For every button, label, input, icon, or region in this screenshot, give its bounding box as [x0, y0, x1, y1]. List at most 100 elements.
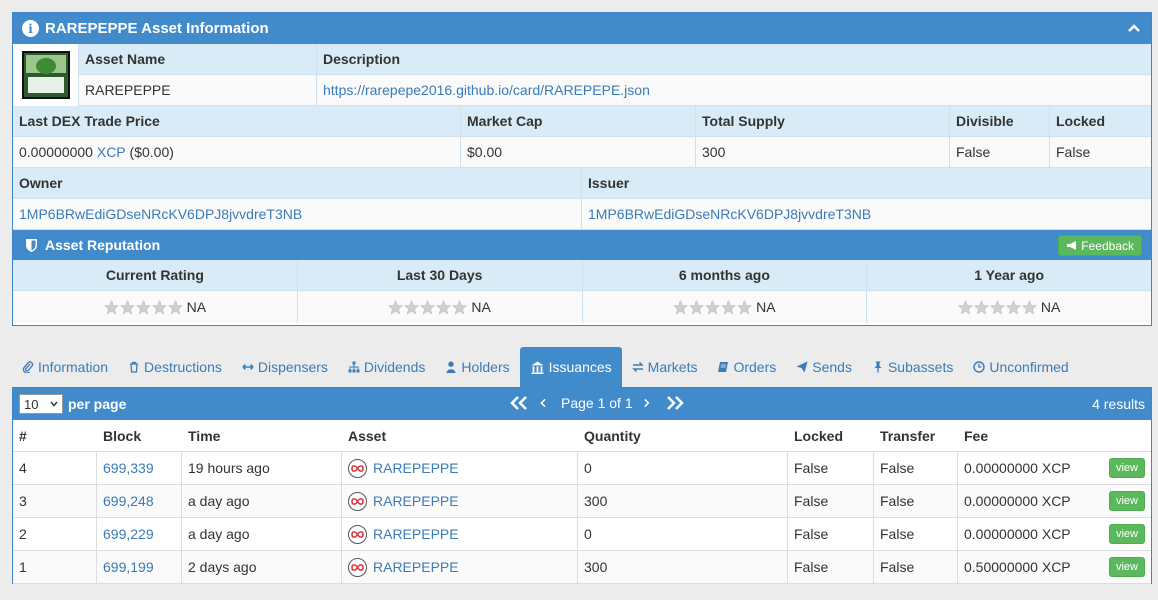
star-icon: [973, 299, 989, 315]
market-cap-value: $0.00: [461, 137, 696, 167]
asset-icon: [348, 491, 367, 511]
last-page-icon[interactable]: [665, 395, 685, 411]
description-link[interactable]: https://rarepepe2016.github.io/card/RARE…: [323, 82, 650, 98]
tab-subassets[interactable]: Subassets: [862, 347, 963, 387]
reputation-title: Asset Reputation: [45, 237, 161, 253]
block-link[interactable]: 699,339: [103, 460, 154, 476]
tab-issuances[interactable]: Issuances: [519, 347, 622, 387]
table-cell: 0: [578, 518, 788, 550]
asset-link[interactable]: RAREPEPPE: [373, 559, 459, 575]
tab-orders[interactable]: Orders: [707, 347, 786, 387]
asset-icon: [348, 557, 367, 577]
view-button[interactable]: view: [1108, 491, 1145, 511]
asset-tabs: Information Destructions Dispensers Divi…: [12, 347, 1079, 387]
feedback-button[interactable]: Feedback: [1058, 235, 1142, 256]
tab-destructions[interactable]: Destructions: [118, 347, 232, 387]
row-quantity: 300: [584, 493, 608, 509]
description-header: Description: [323, 51, 401, 67]
table-cell: 699,229: [97, 518, 182, 550]
column-header-num[interactable]: #: [13, 428, 97, 444]
rating-6months: NA: [583, 291, 868, 323]
issuer-header: Issuer: [588, 175, 630, 191]
tab-label: Issuances: [548, 359, 612, 375]
rating-current: NA: [13, 291, 298, 323]
xcp-link[interactable]: XCP: [97, 144, 126, 160]
tab-label: Information: [38, 359, 109, 375]
star-icon: [167, 299, 183, 315]
sitemap-icon: [348, 361, 360, 373]
block-link[interactable]: 699,248: [103, 493, 154, 509]
last-dex-usd: ($0.00): [129, 144, 174, 160]
view-button[interactable]: view: [1108, 557, 1145, 577]
tab-dispensers[interactable]: Dispensers: [232, 347, 338, 387]
tab-label: Holders: [461, 359, 510, 375]
table-cell: 699,248: [97, 485, 182, 517]
info-circle-icon: i: [22, 20, 39, 37]
issuances-panel: 10 per page Page 1 of 1 4 results # Bloc…: [12, 387, 1152, 584]
pagination: Page 1 of 1: [509, 395, 685, 411]
column-header-transfer[interactable]: Transfer: [874, 428, 958, 444]
asset-thumbnail[interactable]: [13, 44, 79, 106]
tab-sends[interactable]: Sends: [786, 347, 862, 387]
tab-label: Destructions: [144, 359, 222, 375]
tab-label: Dividends: [363, 359, 426, 375]
column-header-asset[interactable]: Asset: [342, 428, 578, 444]
table-cell: False: [874, 518, 958, 550]
next-page-icon[interactable]: [643, 395, 655, 411]
tab-information[interactable]: Information: [12, 347, 118, 387]
table-toolbar: 10 per page Page 1 of 1 4 results: [13, 388, 1151, 420]
column-header-time[interactable]: Time: [182, 428, 342, 444]
star-icon: [1005, 299, 1021, 315]
table-cell: a day ago: [182, 485, 342, 517]
asset-link[interactable]: RAREPEPPE: [373, 460, 459, 476]
column-header-fee[interactable]: Fee: [958, 428, 1151, 444]
asset-link[interactable]: RAREPEPPE: [373, 493, 459, 509]
view-button[interactable]: view: [1108, 458, 1145, 478]
star-rating: [673, 299, 753, 315]
block-link[interactable]: 699,229: [103, 526, 154, 542]
asset-link[interactable]: RAREPEPPE: [373, 526, 459, 542]
table-cell: False: [788, 551, 874, 583]
row-fee: 0.50000000 XCP: [964, 559, 1071, 575]
table-header: # Block Time Asset Quantity Locked Trans…: [13, 420, 1151, 452]
table-cell: 0.00000000 XCP view: [958, 485, 1151, 517]
row-fee: 0.00000000 XCP: [964, 526, 1071, 542]
star-icon: [673, 299, 689, 315]
row-number: 2: [19, 526, 27, 542]
feedback-label: Feedback: [1081, 238, 1134, 253]
tab-markets[interactable]: Markets: [622, 347, 708, 387]
asset-information-panel: i RAREPEPPE Asset Information Asset Name…: [12, 12, 1152, 326]
star-icon: [420, 299, 436, 315]
block-link[interactable]: 699,199: [103, 559, 154, 575]
row-number: 1: [19, 559, 27, 575]
table-cell: 0: [578, 452, 788, 484]
table-cell: 4: [13, 452, 97, 484]
chevron-up-icon[interactable]: [1127, 21, 1141, 35]
paper-plane-icon: [796, 361, 808, 373]
table-cell: 0.00000000 XCP view: [958, 452, 1151, 484]
star-icon: [957, 299, 973, 315]
column-header-quantity[interactable]: Quantity: [578, 428, 788, 444]
chevron-down-icon: [50, 401, 58, 407]
user-icon: [446, 361, 456, 373]
prev-page-icon[interactable]: [539, 395, 551, 411]
divisible-value: False: [950, 137, 1050, 167]
row-number: 3: [19, 493, 27, 509]
tab-label: Subassets: [887, 359, 954, 375]
tab-holders[interactable]: Holders: [435, 347, 519, 387]
tab-dividends[interactable]: Dividends: [338, 347, 435, 387]
column-header-locked[interactable]: Locked: [788, 428, 874, 444]
tab-unconfirmed[interactable]: Unconfirmed: [963, 347, 1078, 387]
first-page-icon[interactable]: [509, 395, 529, 411]
table-cell: 2: [13, 518, 97, 550]
column-header-block[interactable]: Block: [97, 428, 182, 444]
view-button[interactable]: view: [1108, 524, 1145, 544]
per-page-select[interactable]: 10: [19, 394, 63, 414]
issuer-link[interactable]: 1MP6BRwEdiGDseNRcKV6DPJ8jvvdreT3NB: [588, 206, 871, 222]
table-cell: a day ago: [182, 518, 342, 550]
trash-icon: [130, 361, 139, 373]
asset-panel-header[interactable]: i RAREPEPPE Asset Information: [13, 13, 1151, 44]
row-locked: False: [794, 559, 829, 575]
owner-link[interactable]: 1MP6BRwEdiGDseNRcKV6DPJ8jvvdreT3NB: [19, 206, 302, 222]
star-icon: [388, 299, 404, 315]
